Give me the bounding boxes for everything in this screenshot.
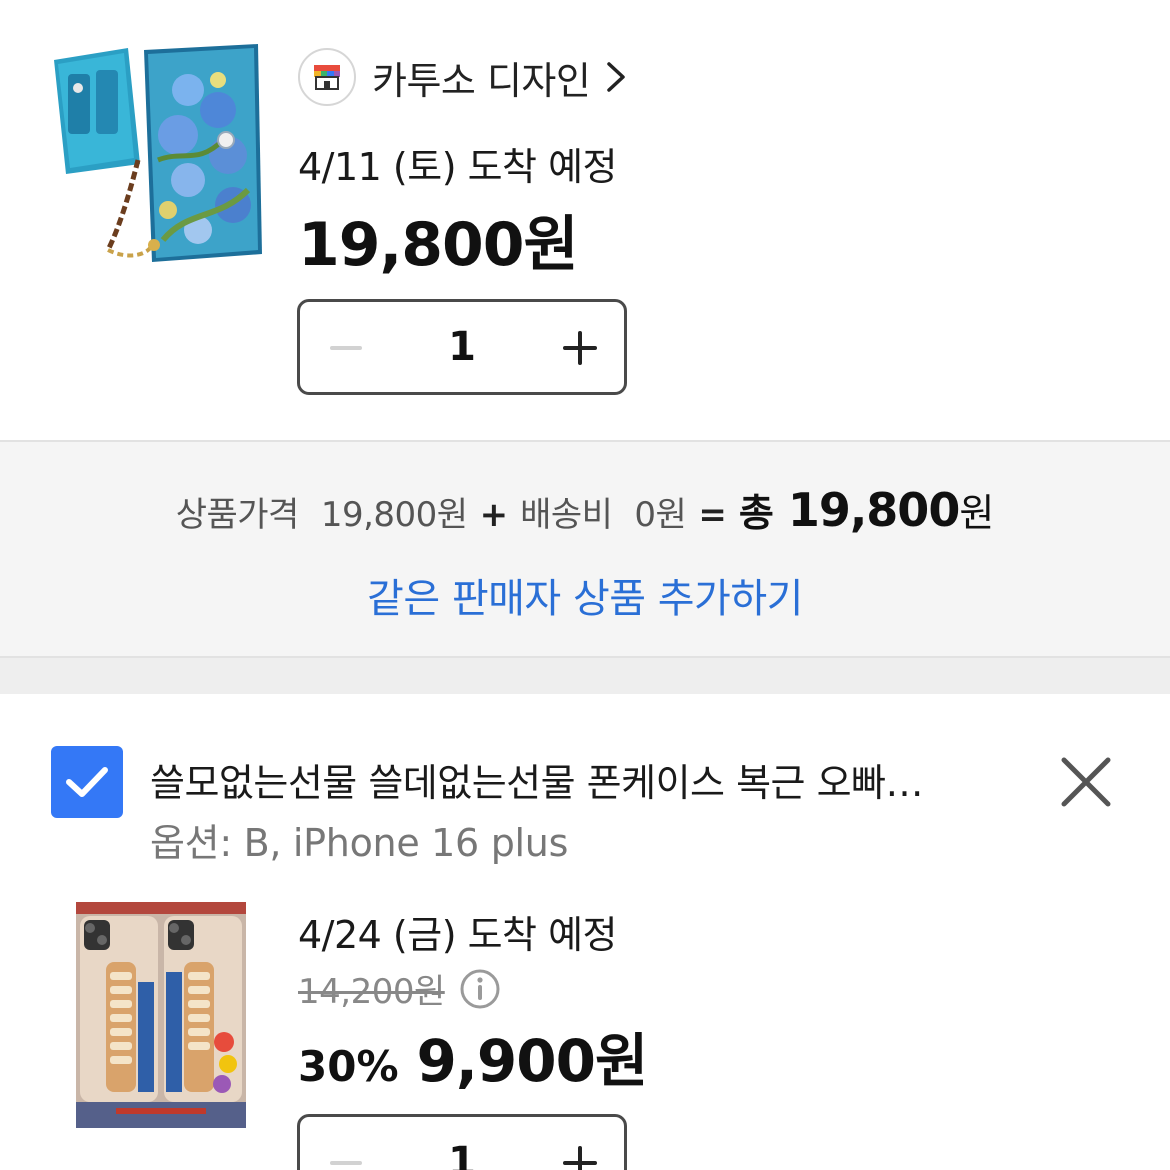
quantity-stepper: 1	[297, 299, 627, 395]
quantity-stepper: 1	[297, 1114, 627, 1170]
product-option: 옵션: B, iPhone 16 plus	[150, 821, 569, 865]
sale-price-row: 30% 9,900원	[298, 1014, 649, 1098]
info-icon[interactable]	[459, 968, 501, 1010]
original-price: 14,200원	[298, 972, 445, 1012]
add-same-seller-link[interactable]: 같은 판매자 상품 추가하기	[0, 566, 1170, 624]
product-thumbnail-2[interactable]	[76, 902, 246, 1128]
arrival-date: 4/24 (금) 도착 예정	[298, 913, 618, 957]
total-price: 19,800	[787, 483, 961, 537]
shipping-value: 0원	[634, 495, 687, 535]
plus-sign: +	[479, 495, 509, 535]
item-checkbox[interactable]	[51, 746, 123, 818]
seller-link[interactable]: 카투소 디자인	[298, 48, 628, 106]
close-icon[interactable]	[1058, 754, 1114, 810]
seller-name[interactable]: 카투소 디자인	[372, 50, 591, 105]
plus-icon[interactable]	[563, 1146, 597, 1170]
discount-rate: 30%	[298, 1042, 399, 1091]
item-price: 9,900원	[416, 1027, 649, 1095]
plus-icon[interactable]	[563, 331, 597, 365]
store-icon	[298, 48, 356, 106]
total-unit: 원	[959, 491, 995, 535]
seller-summary: 상품가격 19,800원 + 배송비 0원 = 총 19,800 원 같은 판매…	[0, 440, 1170, 658]
product-thumbnail-1[interactable]	[48, 40, 270, 272]
shipping-label: 배송비	[520, 495, 613, 535]
price-breakdown: 상품가격 19,800원 + 배송비 0원 = 총 19,800 원	[0, 482, 1170, 537]
item-price: 19,800원	[298, 210, 579, 280]
arrival-date: 4/11 (토) 도착 예정	[298, 145, 618, 189]
equals-sign: =	[698, 495, 727, 535]
chevron-right-icon	[607, 62, 626, 92]
total-label: 총	[738, 491, 774, 535]
section-divider	[0, 658, 1170, 694]
product-title[interactable]: 쓸모없는선물 쓸데없는선물 폰케이스 복근 오빠…	[150, 752, 924, 807]
product-price-value: 19,800원	[320, 495, 468, 535]
check-icon	[66, 767, 108, 797]
product-price-label: 상품가격	[175, 495, 300, 535]
original-price-row: 14,200원	[298, 964, 501, 1013]
